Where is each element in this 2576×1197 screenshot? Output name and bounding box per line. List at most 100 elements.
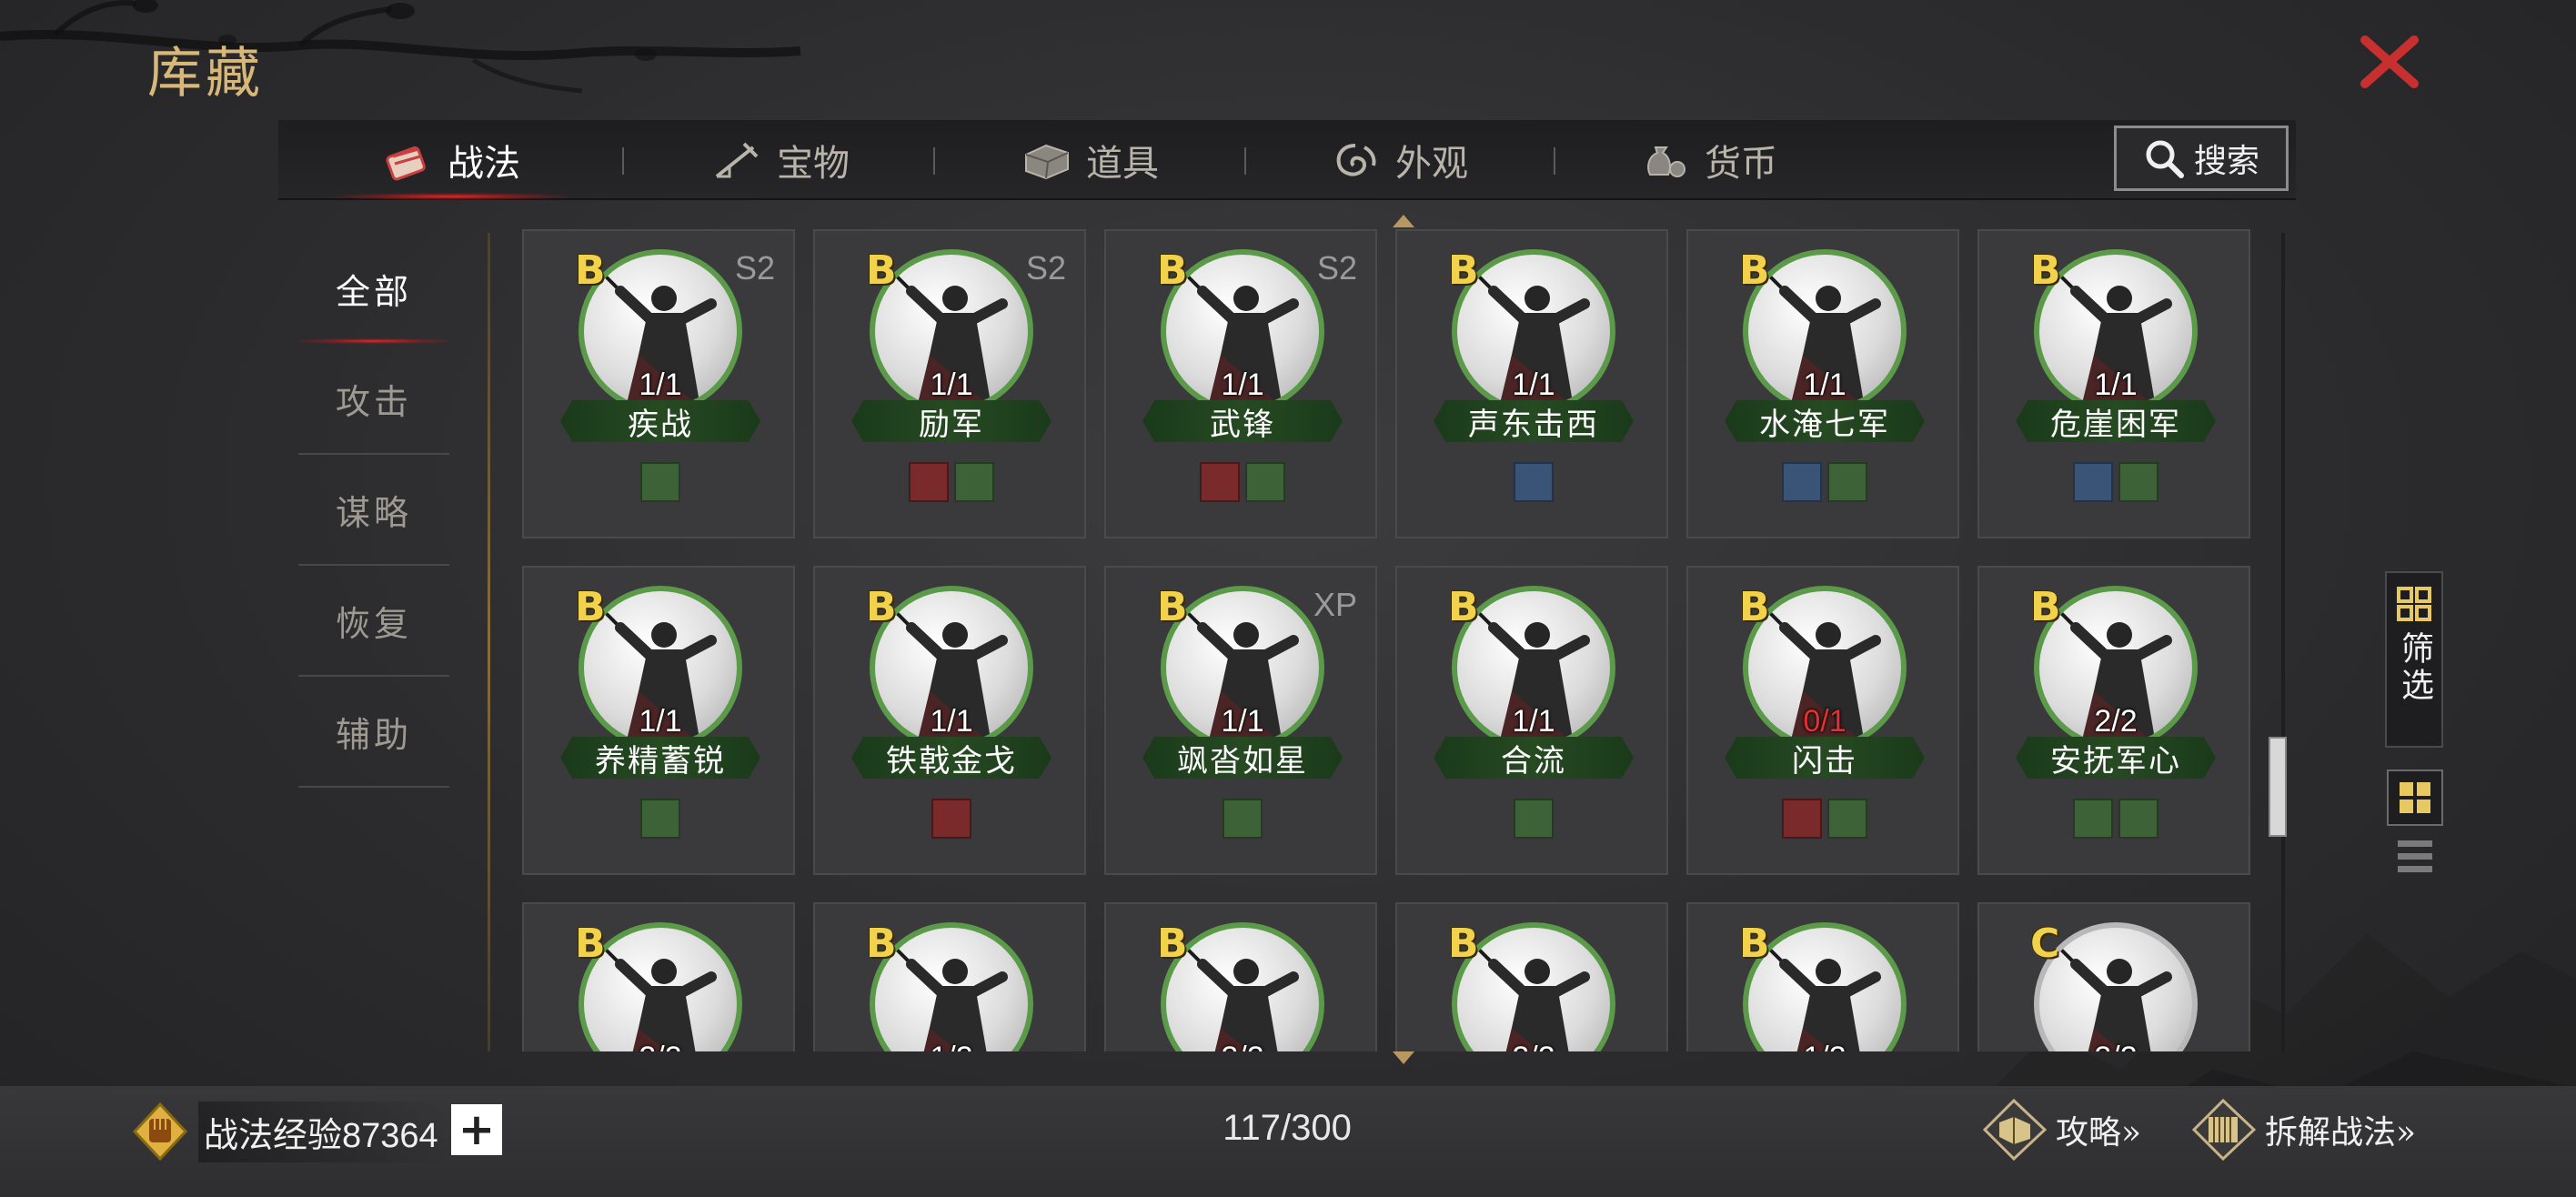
category-strategy[interactable]: 谋略	[298, 455, 449, 566]
guide-link[interactable]: 攻略»	[1981, 1097, 2141, 1162]
skill-card[interactable]: B 2/2	[1104, 902, 1377, 1051]
skill-grade: B	[1157, 247, 1188, 294]
tab-bar: 战法 宝物 道具 外观 货币	[278, 120, 2296, 200]
search-label: 搜索	[2193, 143, 2259, 180]
skill-tags	[815, 799, 1088, 839]
close-button[interactable]	[2356, 33, 2423, 91]
fist-icon	[2073, 462, 2113, 502]
category-list: 全部 攻击 谋略 恢复 辅助	[298, 233, 449, 788]
scrollbar-thumb[interactable]	[2269, 737, 2287, 837]
swirl-icon	[1336, 144, 1376, 176]
search-icon	[2146, 140, 2184, 178]
tab-appearance[interactable]: 外观	[1244, 120, 1554, 200]
skill-card[interactable]: B 1/1 铁戟金戈	[813, 566, 1086, 875]
list-view-button[interactable]	[2396, 837, 2434, 882]
category-recovery[interactable]: 恢复	[298, 566, 449, 677]
skill-name: 励军	[851, 400, 1052, 442]
soldier-icon	[954, 462, 994, 502]
skill-card[interactable]: B 1/1 水淹七军	[1686, 229, 1959, 538]
skill-grade: B	[1739, 584, 1770, 630]
guide-label: 攻略»	[2056, 1114, 2142, 1152]
skill-count: 1/1	[1221, 704, 1264, 739]
category-all[interactable]: 全部	[298, 233, 449, 344]
grid-view-button[interactable]	[2387, 770, 2443, 826]
skill-season-tag: S2	[1316, 249, 1357, 287]
skill-tags	[1979, 799, 2252, 839]
tab-label: 道具	[1086, 143, 1159, 185]
dismantle-link[interactable]: 拆解战法»	[2190, 1097, 2416, 1162]
skill-count: 2/2	[1979, 1041, 2252, 1051]
skill-card[interactable]: B 1/1 养精蓄锐	[522, 566, 795, 875]
skill-name: 水淹七军	[1725, 400, 1925, 442]
skill-grade: B	[1448, 920, 1479, 967]
skill-count: 0/1	[1803, 704, 1846, 739]
skill-grade: B	[866, 584, 897, 630]
tab-skills[interactable]: 战法	[297, 120, 606, 200]
skill-card[interactable]: B S2 1/1 武锋	[1104, 229, 1377, 538]
skill-card[interactable]: B 2/2 安抚军心	[1977, 566, 2250, 875]
scrollbar-track	[2281, 233, 2285, 1051]
skill-count: 2/2	[2094, 704, 2138, 739]
skill-tags	[1688, 799, 1961, 839]
skill-grid: B S2 1/1 疾战 B S2 1/1 励军 B S2 1/1 武锋 B 1/1 声东击西 B 1/1 水淹七军…	[522, 227, 2254, 1051]
skill-grade: B	[1739, 247, 1770, 294]
skill-count: 1/1	[639, 704, 682, 739]
skill-card[interactable]: B S2 1/1 励军	[813, 229, 1086, 538]
skill-grade: C	[2030, 920, 2060, 967]
skill-card[interactable]: C 2/2	[1977, 902, 2250, 1051]
skill-card[interactable]: B 1/1 危崖困军	[1977, 229, 2250, 538]
soldier-icon	[1245, 462, 1285, 502]
skill-season-tag: XP	[1313, 586, 1357, 623]
category-support[interactable]: 辅助	[298, 677, 449, 788]
skill-name: 铁戟金戈	[851, 737, 1052, 779]
skill-card[interactable]: B 1/1 合流	[1395, 566, 1668, 875]
skill-tags	[1106, 462, 1379, 502]
tab-divider	[622, 147, 624, 175]
dismantle-label: 拆解战法»	[2265, 1114, 2417, 1152]
scroll-bundle-icon	[2191, 1098, 2257, 1162]
skill-count: 1/1	[1221, 367, 1264, 402]
skill-card[interactable]: B 0/1 闪击	[1686, 566, 1959, 875]
skill-card[interactable]: B S2 1/1 疾战	[522, 229, 795, 538]
plus-icon: +	[458, 1104, 496, 1155]
skill-tags	[815, 462, 1088, 502]
crossed-swords-icon	[1200, 462, 1240, 502]
skill-count: 2/2	[1106, 1041, 1379, 1051]
skill-card[interactable]: B 2/2	[1395, 902, 1668, 1051]
add-exp-button[interactable]: +	[451, 1104, 502, 1155]
filter-button[interactable]: 筛选	[2385, 571, 2443, 748]
category-attack[interactable]: 攻击	[298, 344, 449, 455]
skill-count: 1/1	[930, 704, 973, 739]
grid-divider	[488, 233, 490, 1051]
skill-tags	[1397, 799, 1670, 839]
scroll-up-arrow-icon	[1393, 215, 1414, 227]
skill-count: 1/1	[1512, 704, 1555, 739]
skill-tags	[1397, 462, 1670, 502]
soldier-icon	[640, 462, 680, 502]
fist-icon	[1514, 462, 1554, 502]
skill-grade: B	[866, 247, 897, 294]
tab-label: 货币	[1705, 143, 1777, 185]
skill-card[interactable]: B XP 1/1 飒沓如星	[1104, 566, 1377, 875]
warrior-silhouette-icon	[1765, 944, 1881, 1051]
tab-currency[interactable]: 货币	[1554, 120, 1863, 200]
fist-badge-icon	[132, 1102, 188, 1161]
skill-count: 1/2	[815, 1041, 1088, 1051]
search-button[interactable]: 搜索	[2114, 126, 2289, 191]
tab-items[interactable]: 道具	[935, 120, 1244, 200]
skill-grade: B	[866, 920, 897, 967]
skill-exp-display: 战法经验87364	[131, 1101, 451, 1162]
skill-card[interactable]: B 2/2	[522, 902, 795, 1051]
soldier-icon	[1514, 799, 1554, 839]
soldier-icon	[1827, 799, 1867, 839]
skill-card[interactable]: B 1/2	[813, 902, 1086, 1051]
skill-name: 危崖困军	[2016, 400, 2216, 442]
sword-icon	[715, 142, 759, 178]
skill-tags	[1106, 799, 1379, 839]
skill-card[interactable]: B 1/2	[1686, 902, 1959, 1051]
warrior-silhouette-icon	[1182, 944, 1299, 1051]
crossed-swords-icon	[909, 462, 949, 502]
skill-card[interactable]: B 1/1 声东击西	[1395, 229, 1668, 538]
tab-treasures[interactable]: 宝物	[626, 120, 935, 200]
grid-view-icon	[2400, 782, 2430, 813]
